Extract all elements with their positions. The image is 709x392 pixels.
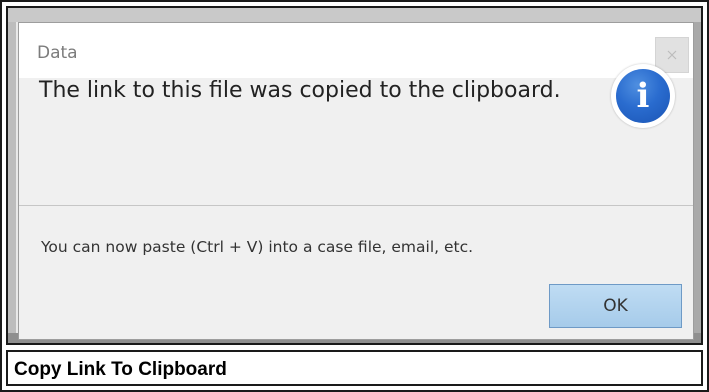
close-icon — [667, 50, 677, 60]
close-button[interactable] — [655, 37, 689, 73]
dialog-titlebar: Data — [19, 23, 693, 78]
dialog-message: The link to this file was copied to the … — [39, 78, 561, 103]
message-dialog: Data The link to this file was copied to… — [18, 22, 694, 340]
info-icon-disc: i — [616, 69, 670, 123]
dialog-detail-text: You can now paste (Ctrl + V) into a case… — [41, 238, 474, 256]
background-window-left — [8, 22, 16, 343]
caption-box: Copy Link To Clipboard — [6, 350, 703, 386]
dialog-title: Data — [37, 43, 78, 63]
info-icon-glyph: i — [636, 76, 650, 116]
info-icon: i — [611, 64, 675, 128]
figure-caption: Copy Link To Clipboard — [14, 359, 227, 380]
ok-button[interactable]: OK — [549, 284, 682, 328]
background-window-strip — [8, 8, 701, 22]
screenshot-area: Data The link to this file was copied to… — [6, 6, 703, 345]
